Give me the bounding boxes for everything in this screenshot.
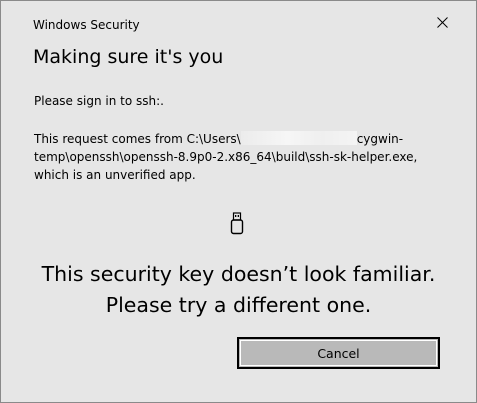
request-line-3: which is an unverified app. bbox=[34, 168, 196, 182]
status-message-line-2: Please try a different one. bbox=[105, 293, 372, 317]
request-line-1: This request comes from C:\Users\ cygwin- bbox=[34, 130, 444, 148]
signin-prompt: Please sign in to ssh:. bbox=[34, 94, 164, 108]
status-message: This security key doesn’t look familiar.… bbox=[1, 259, 476, 321]
title-bar: Windows Security bbox=[1, 1, 476, 33]
request-line-2: temp\openssh\openssh-8.9p0-2.x86_64\buil… bbox=[34, 150, 418, 164]
windows-security-dialog: Windows Security Making sure it's you Pl… bbox=[0, 0, 477, 403]
status-message-line-1: This security key doesn’t look familiar. bbox=[41, 262, 436, 286]
dialog-heading: Making sure it's you bbox=[33, 46, 224, 68]
usb-security-key-icon bbox=[230, 212, 244, 235]
close-icon bbox=[436, 16, 448, 28]
redacted-username bbox=[240, 131, 357, 145]
close-button[interactable] bbox=[427, 9, 457, 35]
request-path-continued: cygwin- bbox=[356, 132, 404, 146]
window-title: Windows Security bbox=[33, 18, 140, 32]
cancel-button[interactable]: Cancel bbox=[237, 337, 440, 369]
request-description: This request comes from C:\Users\ cygwin-… bbox=[34, 130, 444, 184]
request-path-start: This request comes from C:\Users\ bbox=[34, 132, 241, 146]
